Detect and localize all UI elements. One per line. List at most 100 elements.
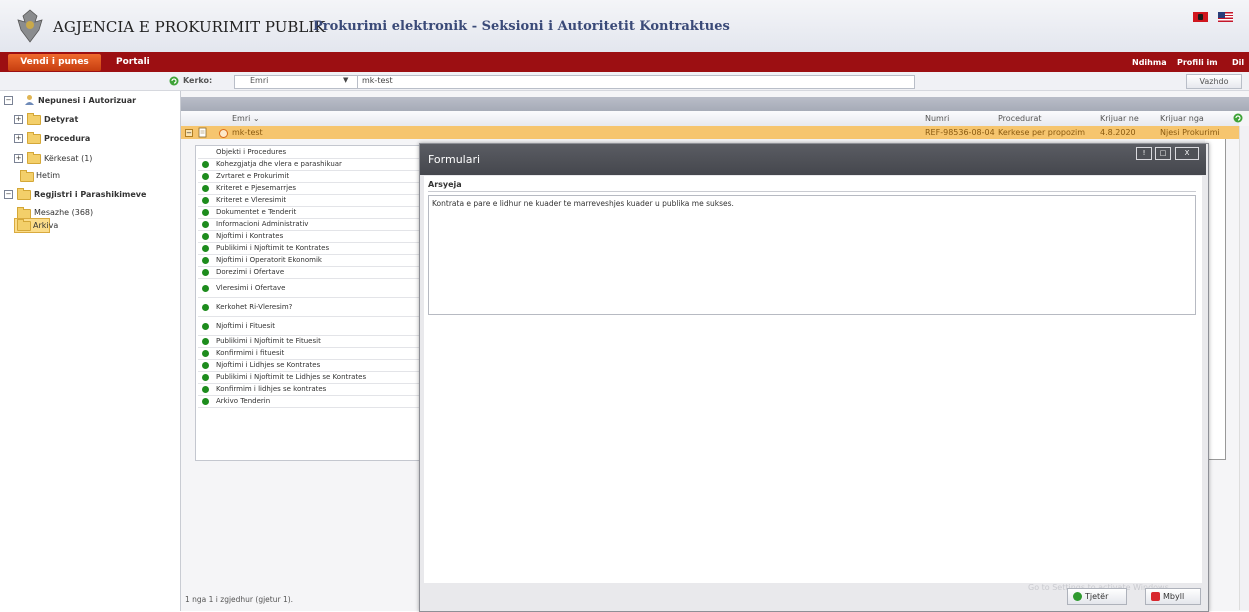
sort-icon: ⌄ <box>252 114 260 123</box>
folder-icon <box>27 132 41 144</box>
step-label: Arkivo Tenderin <box>216 397 271 405</box>
folder-icon <box>17 188 31 200</box>
help-link[interactable]: Ndihma <box>1132 54 1167 71</box>
column-header-name[interactable]: Emri ⌄ <box>232 114 260 123</box>
user-icon <box>25 95 34 105</box>
step-label: Informacioni Administrativ <box>216 220 309 228</box>
grid-toolbar <box>181 97 1249 111</box>
refresh-icon[interactable] <box>169 76 179 86</box>
step-item[interactable]: Publikimi i Njoftimit te Kontrates <box>198 243 421 255</box>
collapse-icon[interactable]: − <box>4 190 13 199</box>
step-item[interactable]: Objekti i Procedures <box>198 147 421 159</box>
logout-link[interactable]: Dil <box>1232 54 1244 71</box>
scrollbar[interactable] <box>1239 126 1249 610</box>
sidebar <box>0 91 181 611</box>
profile-link[interactable]: Profili im <box>1177 54 1218 71</box>
status-dot-icon <box>202 173 209 180</box>
step-item[interactable]: Informacioni Administrativ <box>198 219 421 231</box>
step-item[interactable]: Dorezimi i Ofertave <box>198 267 421 279</box>
emblem-icon <box>17 9 43 43</box>
status-dot-icon <box>202 338 209 345</box>
albanian-flag-icon[interactable] <box>1193 12 1208 22</box>
status-dot-icon <box>202 185 209 192</box>
step-label: Publikimi i Njoftimit te Fituesit <box>216 337 321 345</box>
english-flag-icon[interactable] <box>1218 12 1233 22</box>
reason-label: Arsyeja <box>428 180 462 189</box>
status-dot-icon <box>202 398 209 405</box>
expand-icon[interactable]: + <box>14 154 23 163</box>
step-label: Njoftimi i Operatorit Ekonomik <box>216 256 322 264</box>
step-item[interactable]: Konfirmim i lidhjes se kontrates <box>198 384 421 396</box>
step-item[interactable]: Dokumentet e Tenderit <box>198 207 421 219</box>
step-item[interactable]: Njoftimi i Kontrates <box>198 231 421 243</box>
sidebar-item-procedures[interactable]: Procedura <box>44 134 90 143</box>
collapse-icon[interactable]: − <box>185 129 193 137</box>
reason-textarea[interactable] <box>428 195 1196 315</box>
column-header-procedure[interactable]: Procedurat <box>998 114 1042 123</box>
sidebar-item-tasks[interactable]: Detyrat <box>44 115 78 124</box>
step-item[interactable]: Kriteret e Pjesemarrjes <box>198 183 421 195</box>
search-label: Kerko: <box>183 76 213 85</box>
step-label: Kerkohet Ri-Vleresim? <box>216 303 293 311</box>
tab-portal[interactable]: Portali <box>116 54 150 71</box>
maximize-icon[interactable]: □ <box>1155 147 1171 160</box>
refresh-icon[interactable] <box>1233 113 1243 123</box>
column-header-number[interactable]: Numri <box>925 114 949 123</box>
sidebar-item-investigation[interactable]: Hetim <box>36 171 60 180</box>
column-header-created-by[interactable]: Krijuar nga <box>1160 114 1204 123</box>
search-field-value: Emri <box>250 76 269 85</box>
step-item[interactable]: Kriteret e Vleresimit <box>198 195 421 207</box>
sidebar-item-requests[interactable]: Kërkesat (1) <box>44 154 92 163</box>
search-input-value: mk-test <box>362 76 393 85</box>
column-header-created-on[interactable]: Krijuar ne <box>1100 114 1139 123</box>
step-item[interactable]: Njoftimi i Lidhjes se Kontrates <box>198 360 421 372</box>
step-label: Kohezgjatja dhe vlera e parashikuar <box>216 160 342 168</box>
collapse-icon[interactable]: − <box>4 96 13 105</box>
step-label: Dokumentet e Tenderit <box>216 208 297 216</box>
step-item[interactable]: Arkivo Tenderin <box>198 396 421 408</box>
status-dot-icon <box>202 233 209 240</box>
expand-icon[interactable]: + <box>14 134 23 143</box>
folder-icon <box>20 170 34 182</box>
step-item[interactable]: Njoftimi i Operatorit Ekonomik <box>198 255 421 267</box>
status-icon <box>219 129 228 138</box>
row-created-on: 4.8.2020 <box>1100 128 1136 137</box>
step-item[interactable]: Kohezgjatja dhe vlera e parashikuar <box>198 159 421 171</box>
dialog-title: Formulari <box>428 153 481 166</box>
close-button[interactable]: Mbyll <box>1145 588 1201 605</box>
tab-workplace[interactable]: Vendi i punes <box>8 54 101 71</box>
row-number: REF-98536-08-04 <box>925 128 995 137</box>
help-icon[interactable]: ! <box>1136 147 1152 160</box>
step-item[interactable]: Kerkohet Ri-Vleresim? <box>198 298 421 317</box>
status-dot-icon <box>202 245 209 252</box>
sidebar-item-messages[interactable]: Mesazhe (368) <box>34 208 93 217</box>
step-item[interactable]: Publikimi i Njoftimit te Lidhjes se Kont… <box>198 372 421 384</box>
next-button[interactable]: Tjetër <box>1067 588 1127 605</box>
status-dot-icon <box>202 285 209 292</box>
sidebar-item-forecast-register[interactable]: Regjistri i Parashikimeve <box>34 190 146 199</box>
folder-icon <box>27 113 41 125</box>
reason-text: Kontrata e pare e lidhur ne kuader te ma… <box>432 199 734 208</box>
dialog-title-bar[interactable] <box>420 144 1206 175</box>
step-item[interactable]: Konfirmimi i fituesit <box>198 348 421 360</box>
step-label: Kriteret e Pjesemarrjes <box>216 184 297 192</box>
step-item[interactable]: Vleresimi i Ofertave <box>198 279 421 298</box>
folder-icon <box>27 152 41 164</box>
search-input[interactable] <box>357 75 915 89</box>
status-dot-icon <box>202 257 209 264</box>
step-label: Njoftimi i Fituesit <box>216 322 275 330</box>
step-item[interactable]: Zvrtaret e Prokurimit <box>198 171 421 183</box>
status-dot-icon <box>202 197 209 204</box>
status-dot-icon <box>202 209 209 216</box>
nav-bar <box>0 52 1249 72</box>
close-icon[interactable]: X <box>1175 147 1199 160</box>
sidebar-item-authorized-officer[interactable]: Nepunesi i Autorizuar <box>38 96 136 105</box>
chevron-down-icon[interactable]: ▼ <box>343 76 348 84</box>
document-icon <box>198 127 207 138</box>
step-item[interactable]: Publikimi i Njoftimit te Fituesit <box>198 336 421 348</box>
expand-icon[interactable]: + <box>14 115 23 124</box>
step-item[interactable]: Njoftimi i Fituesit <box>198 317 421 336</box>
search-button[interactable]: Vazhdo <box>1186 74 1242 89</box>
arrow-right-icon <box>1073 592 1082 601</box>
grid-status-text: 1 nga 1 i zgjedhur (gjetur 1). <box>185 595 294 604</box>
